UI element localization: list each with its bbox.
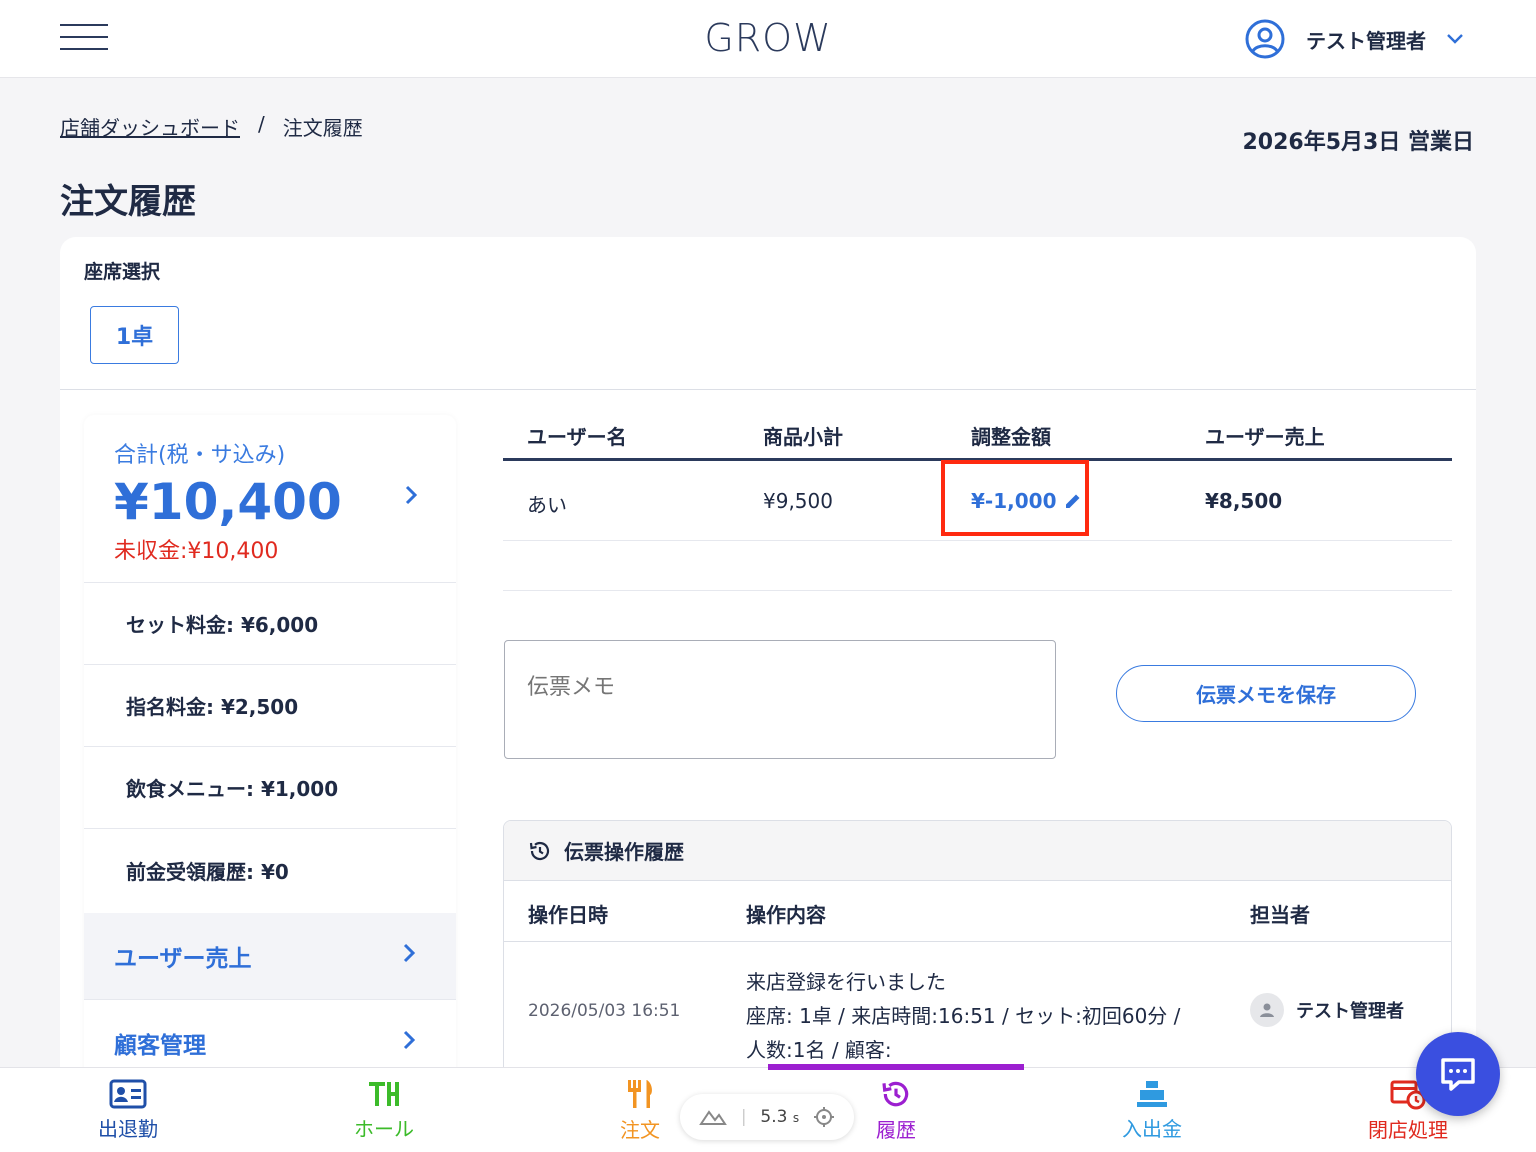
- fee-food: 飲食メニュー: ¥1,000: [84, 747, 456, 829]
- chat-button[interactable]: [1416, 1032, 1500, 1116]
- order-history-card: 座席選択 1卓 合計(税・サ込み) ¥10,400 未収金:¥10,400 セッ…: [60, 237, 1476, 1152]
- history-line: 座席: 1卓 / 来店時間:16:51 / セット:初回60分 /: [746, 1004, 1181, 1028]
- memo-input[interactable]: [504, 640, 1056, 759]
- user-avatar-icon: [1245, 19, 1285, 59]
- breadcrumb-dashboard-link[interactable]: 店舗ダッシュボード: [60, 112, 240, 141]
- cell-subtotal: ¥9,500: [763, 489, 833, 513]
- fee-set: セット料金: ¥6,000: [84, 583, 456, 665]
- chevron-right-icon[interactable]: [404, 483, 418, 513]
- person-icon: [1250, 993, 1284, 1027]
- history-icon: [882, 1081, 909, 1107]
- history-columns: 操作日時 操作内容 担当者: [504, 881, 1451, 942]
- chevron-down-icon[interactable]: [1446, 29, 1464, 50]
- nav-user-sales-label: ユーザー売上: [114, 946, 252, 972]
- mountain-logo-icon: [699, 1110, 727, 1125]
- history-line: 来店登録を行いました: [746, 970, 946, 994]
- cell-adjustment: ¥-1,000: [971, 489, 1057, 513]
- history-icon: [529, 841, 550, 860]
- breadcrumb-separator: /: [258, 112, 265, 136]
- col-user-name: ユーザー名: [527, 425, 627, 449]
- menu-icon[interactable]: [60, 24, 108, 52]
- cash-register-icon: [1137, 1081, 1167, 1107]
- unpaid-amount: 未収金:¥10,400: [114, 539, 279, 564]
- user-table-header: ユーザー名 商品小計 調整金額 ユーザー売上: [503, 415, 1452, 461]
- col-operation: 操作内容: [746, 903, 826, 927]
- tab-label: 履歴: [876, 1118, 916, 1142]
- col-operator: 担当者: [1250, 903, 1310, 927]
- col-adjustment: 調整金額: [971, 425, 1051, 449]
- tab-label: 閉店処理: [1368, 1118, 1448, 1142]
- tab-label: 入出金: [1122, 1117, 1182, 1141]
- breadcrumb-current: 注文履歴: [282, 116, 363, 140]
- perf-value: 5.3 s: [760, 1107, 800, 1127]
- bottom-nav: 出退勤 ホール 注文 履歴 入出金 閉店処理 | 5.3 s: [0, 1064, 1536, 1152]
- app-header: GROW テスト管理者: [0, 0, 1536, 78]
- fee-deposit: 前金受領履歴: ¥0: [126, 859, 289, 884]
- tab-label: 出退勤: [98, 1117, 158, 1141]
- history-content: 来店登録を行いました 座席: 1卓 / 来店時間:16:51 / セット:初回6…: [746, 965, 1180, 1067]
- chat-icon: [1441, 1058, 1475, 1091]
- tab-cash[interactable]: 入出金: [1024, 1068, 1280, 1152]
- cell-user-name: あい: [527, 493, 567, 517]
- history-operator-name: テスト管理者: [1296, 1001, 1404, 1022]
- total-label: 合計(税・サ込み): [114, 443, 286, 468]
- total-amount: ¥10,400: [114, 473, 342, 531]
- col-user-sales: ユーザー売上: [1205, 425, 1325, 449]
- col-datetime: 操作日時: [528, 903, 608, 927]
- table-row: 2026/05/03 16:51 来店登録を行いました 座席: 1卓 / 来店時…: [504, 943, 1451, 1073]
- fee-nomination: 指名料金: ¥2,500: [84, 665, 456, 747]
- pencil-icon[interactable]: [1064, 492, 1082, 510]
- user-name: テスト管理者: [1306, 28, 1426, 53]
- summary-panel: 合計(税・サ込み) ¥10,400 未収金:¥10,400 セット料金: ¥6,…: [84, 415, 456, 1115]
- nav-user-sales[interactable]: ユーザー売上: [84, 913, 456, 999]
- cell-user-sales: ¥8,500: [1205, 489, 1283, 513]
- total-summary[interactable]: 合計(税・サ込み) ¥10,400 未収金:¥10,400: [84, 415, 456, 583]
- fork-knife-icon: [628, 1080, 652, 1108]
- history-header: 伝票操作履歴: [504, 821, 1451, 881]
- seat-select-label: 座席選択: [84, 261, 161, 283]
- divider: [60, 389, 1476, 390]
- divider: |: [740, 1107, 747, 1127]
- history-line: 人数:1名 / 顧客:: [746, 1038, 892, 1062]
- adjustment-edit[interactable]: ¥-1,000: [971, 489, 1082, 513]
- tab-attendance[interactable]: 出退勤: [0, 1068, 256, 1152]
- history-title: 伝票操作履歴: [564, 840, 684, 864]
- user-menu[interactable]: テスト管理者: [1244, 18, 1464, 60]
- chevron-right-icon: [402, 1028, 416, 1058]
- history-operator: テスト管理者: [1250, 993, 1404, 1027]
- page-title: 注文履歴: [60, 182, 196, 222]
- tab-label: ホール: [354, 1117, 414, 1141]
- table-row: あい ¥9,500 ¥-1,000 ¥8,500: [503, 460, 1452, 541]
- crosshair-icon[interactable]: [813, 1106, 835, 1128]
- col-subtotal: 商品小計: [763, 425, 843, 449]
- breadcrumb: 店舗ダッシュボード / 注文履歴: [60, 112, 363, 141]
- tab-hall[interactable]: ホール: [256, 1068, 512, 1152]
- perf-widget[interactable]: | 5.3 s: [680, 1094, 854, 1140]
- tab-label: 注文: [620, 1118, 660, 1142]
- save-memo-button[interactable]: 伝票メモを保存: [1116, 665, 1416, 722]
- chevron-right-icon: [402, 941, 416, 971]
- history-datetime: 2026/05/03 16:51: [528, 1001, 681, 1021]
- divider: [503, 590, 1452, 591]
- business-date: 2026年5月3日 営業日: [1242, 130, 1474, 155]
- table-icon: [369, 1082, 399, 1106]
- id-card-icon: [109, 1079, 147, 1109]
- nav-customer-management-label: 顧客管理: [114, 1032, 206, 1059]
- seat-button[interactable]: 1卓: [90, 306, 179, 364]
